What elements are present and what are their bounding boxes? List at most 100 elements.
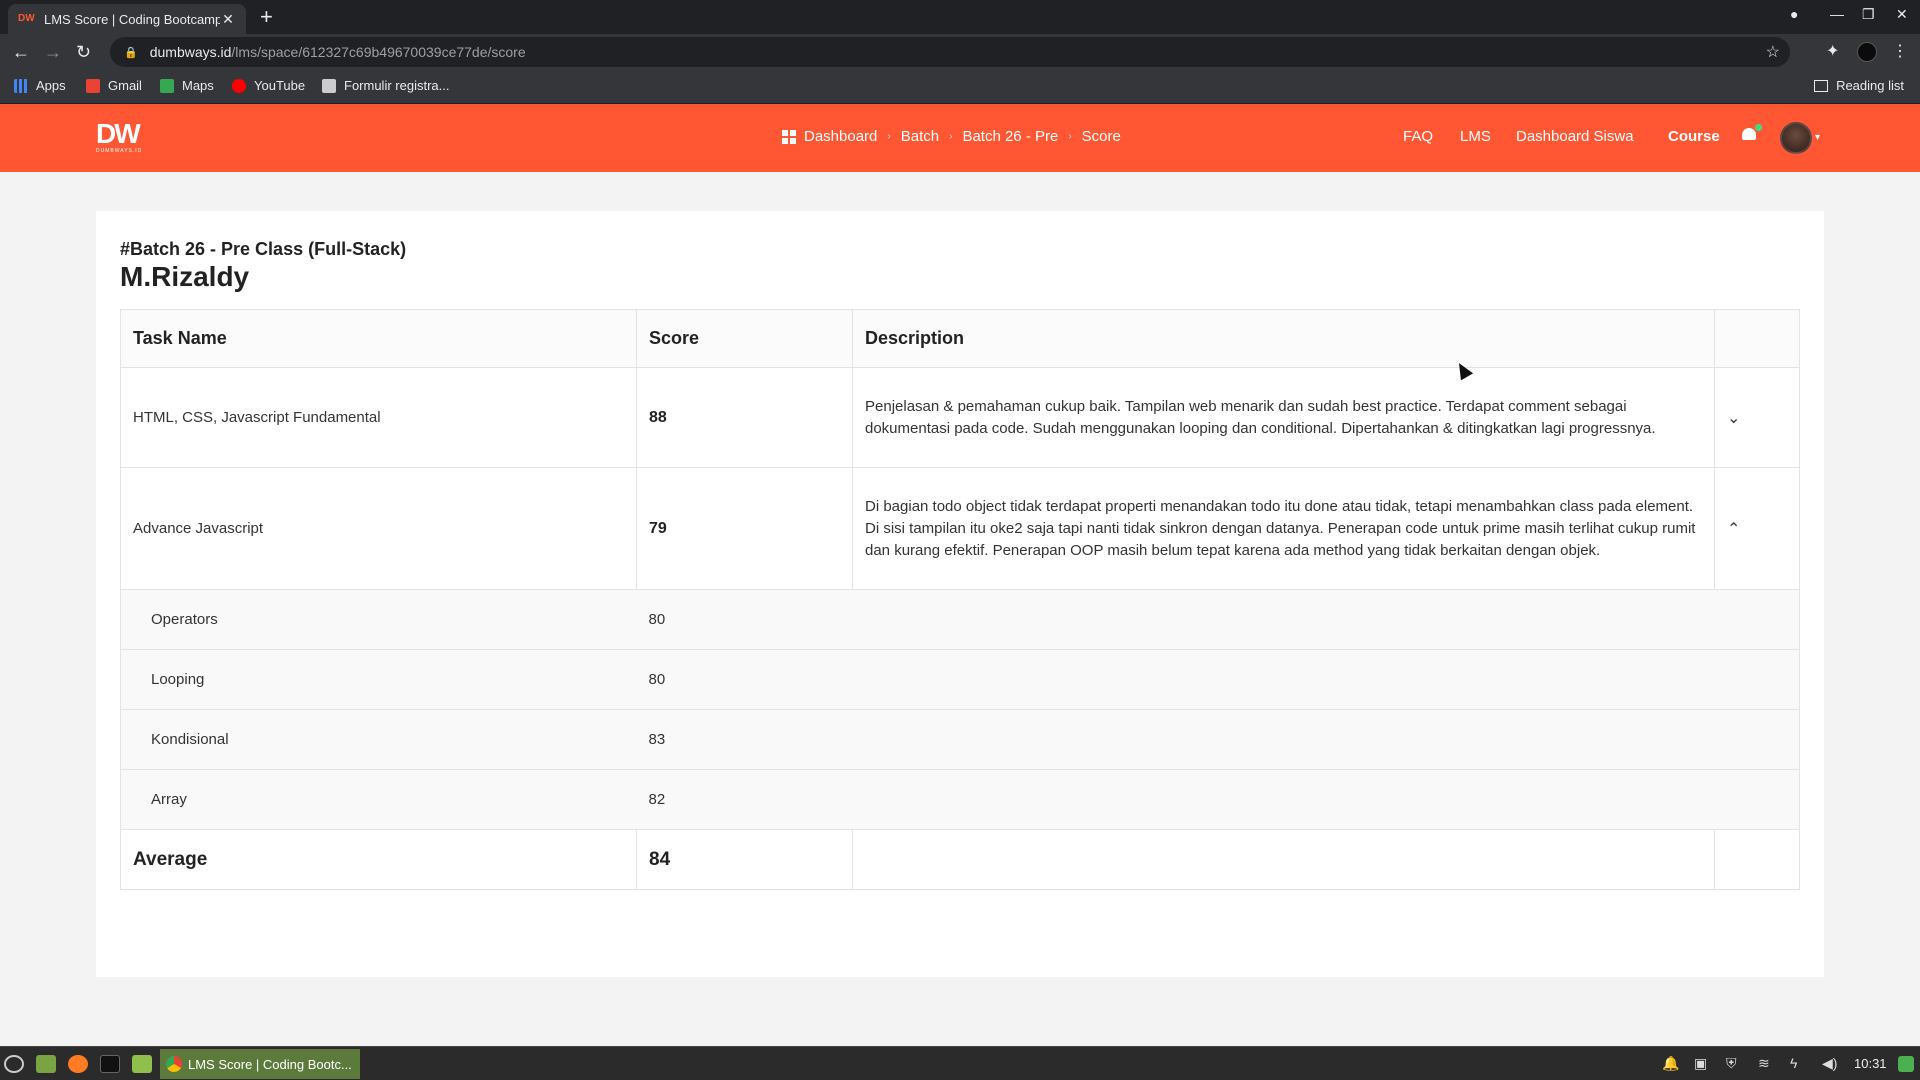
subtask-empty — [852, 589, 1715, 650]
chevron-up-icon[interactable]: ⌃ — [1714, 467, 1800, 590]
new-tab-button[interactable]: + — [260, 5, 273, 29]
task-description: Penjelasan & pemahaman cukup baik. Tampi… — [852, 367, 1715, 468]
breadcrumb-batch-26[interactable]: Batch 26 - Pre — [962, 128, 1058, 145]
bookmark-label: Maps — [182, 78, 214, 93]
nav-dashboard-siswa[interactable]: Dashboard Siswa — [1516, 128, 1634, 145]
browser-tab[interactable]: DW LMS Score | Coding Bootcamp ✕ — [8, 4, 246, 34]
logo-mark: DW — [96, 118, 141, 149]
bookmark-youtube[interactable]: YouTube — [232, 78, 305, 93]
chevron-right-icon: › — [1068, 131, 1072, 142]
media-icon[interactable]: ● — [1790, 6, 1798, 22]
browser-titlebar: DW LMS Score | Coding Bootcamp ✕ + ● — ❐… — [0, 0, 1920, 34]
bookmark-formulir[interactable]: Formulir registra... — [322, 78, 449, 93]
subtask-score: 82 — [636, 769, 853, 830]
average-row: Average 84 — [120, 829, 1800, 890]
wifi-tray-icon[interactable]: ≋ — [1758, 1055, 1770, 1072]
task-score: 88 — [636, 367, 853, 468]
files-folder-icon[interactable] — [132, 1055, 152, 1073]
clipboard-tray-icon[interactable]: ▣ — [1694, 1055, 1707, 1072]
os-taskbar: LMS Score | Coding Bootc... 🔔 ▣ ⛨ ≋ ϟ ◀)… — [0, 1046, 1920, 1080]
breadcrumb-score[interactable]: Score — [1082, 128, 1121, 145]
score-table: Task Name Score Description HTML, CSS, J… — [120, 309, 1800, 890]
volume-tray-icon[interactable]: ◀) — [1822, 1055, 1837, 1072]
notification-bell-icon[interactable] — [1742, 124, 1762, 144]
bookmark-star-icon[interactable]: ☆ — [1766, 42, 1780, 62]
reading-list-button[interactable]: Reading list — [1814, 78, 1904, 93]
bookmark-label: YouTube — [254, 78, 306, 93]
subtask-empty — [1714, 709, 1800, 770]
logo-subtext: DUMBWAYS.ID — [96, 148, 143, 154]
shield-tray-icon[interactable]: ⛨ — [1726, 1055, 1737, 1072]
close-window-button[interactable]: ✕ — [1896, 6, 1908, 23]
average-value: 84 — [636, 829, 853, 890]
nav-lms[interactable]: LMS — [1460, 128, 1491, 145]
dashboard-grid-icon — [782, 129, 796, 144]
address-bar[interactable]: 🔒 dumbways.id/lms/space/612327c69b496700… — [110, 37, 1790, 67]
nav-faq[interactable]: FAQ — [1403, 128, 1433, 145]
task-name: HTML, CSS, Javascript Fundamental — [120, 367, 637, 468]
task-description: Di bagian todo object tidak terdapat pro… — [852, 467, 1715, 590]
bookmark-label: Apps — [36, 78, 66, 93]
task-name: Advance Javascript — [120, 467, 637, 590]
terminal-icon[interactable] — [100, 1055, 120, 1073]
browser-toolbar: ← → ↻ 🔒 dumbways.id/lms/space/612327c69b… — [0, 34, 1920, 70]
breadcrumb: Dashboard › Batch › Batch 26 - Pre › Sco… — [782, 128, 1121, 145]
profile-avatar[interactable] — [1857, 42, 1877, 62]
restore-button[interactable]: ❐ — [1862, 6, 1875, 23]
chevron-down-icon[interactable]: ⌄ — [1714, 367, 1800, 468]
power-tray-icon[interactable]: ϟ — [1790, 1055, 1797, 1071]
subtask-row: Kondisional 83 — [120, 709, 1800, 770]
table-row: HTML, CSS, Javascript Fundamental 88 Pen… — [120, 367, 1800, 468]
url-text: dumbways.id/lms/space/612327c69b49670039… — [150, 44, 526, 60]
subtask-name: Operators — [120, 589, 637, 650]
extensions-puzzle-icon[interactable]: ✦ — [1826, 41, 1839, 61]
minimize-button[interactable]: — — [1830, 6, 1844, 22]
menu-kebab-icon[interactable]: ⋮ — [1892, 41, 1908, 61]
url-path: /lms/space/612327c69b49670039ce77de/scor… — [231, 44, 526, 60]
student-name: M.Rizaldy — [120, 261, 250, 292]
chrome-tray-icon[interactable] — [1898, 1056, 1914, 1072]
taskbar-chrome-window[interactable]: LMS Score | Coding Bootc... — [160, 1049, 360, 1079]
lock-icon[interactable]: 🔒 — [124, 46, 138, 59]
clock[interactable]: 10:31 — [1854, 1056, 1887, 1071]
bookmark-apps[interactable]: Apps — [14, 78, 66, 93]
show-desktop-icon[interactable] — [36, 1055, 56, 1073]
col-header-task: Task Name — [120, 309, 637, 368]
table-row: Advance Javascript 79 Di bagian todo obj… — [120, 467, 1800, 590]
notifications-tray-icon[interactable]: 🔔 — [1662, 1055, 1679, 1072]
subtask-empty — [1714, 589, 1800, 650]
youtube-icon — [232, 78, 246, 93]
taskbar-window-title: LMS Score | Coding Bootc... — [188, 1056, 352, 1072]
subtask-empty — [852, 769, 1715, 830]
bookmark-gmail[interactable]: Gmail — [86, 78, 142, 93]
score-card: #Batch 26 - Pre Class (Full-Stack) M.Riz… — [96, 211, 1824, 977]
table-header-row: Task Name Score Description — [120, 309, 1800, 368]
breadcrumb-batch[interactable]: Batch — [901, 128, 939, 145]
reading-list-icon — [1814, 79, 1829, 92]
col-header-action — [1714, 309, 1800, 368]
firefox-icon[interactable] — [68, 1055, 88, 1073]
dumbways-favicon-icon: DW — [18, 13, 35, 24]
tab-title: LMS Score | Coding Bootcamp — [44, 11, 220, 27]
subtask-name: Array — [120, 769, 637, 830]
start-menu-icon[interactable] — [4, 1055, 24, 1073]
bookmark-maps[interactable]: Maps — [160, 78, 214, 93]
chrome-icon — [166, 1056, 182, 1072]
subtask-empty — [1714, 769, 1800, 830]
nav-course[interactable]: Course — [1668, 128, 1720, 145]
back-button[interactable]: ← — [12, 41, 30, 63]
close-tab-icon[interactable]: ✕ — [220, 11, 236, 28]
dumbways-logo[interactable]: DW DUMBWAYS.ID — [96, 120, 146, 156]
reload-button[interactable]: ↻ — [76, 41, 91, 63]
avatar[interactable] — [1780, 122, 1812, 154]
task-score: 79 — [636, 467, 853, 590]
average-empty — [852, 829, 1715, 890]
subtask-row: Array 82 — [120, 769, 1800, 830]
subtask-name: Looping — [120, 649, 637, 710]
caret-down-icon[interactable]: ▾ — [1815, 132, 1820, 143]
maps-icon — [160, 78, 174, 93]
batch-title: #Batch 26 - Pre Class (Full-Stack) — [120, 239, 407, 259]
breadcrumb-dashboard[interactable]: Dashboard — [804, 128, 877, 145]
url-host: dumbways.id — [149, 44, 232, 60]
forward-button[interactable]: → — [44, 41, 62, 63]
